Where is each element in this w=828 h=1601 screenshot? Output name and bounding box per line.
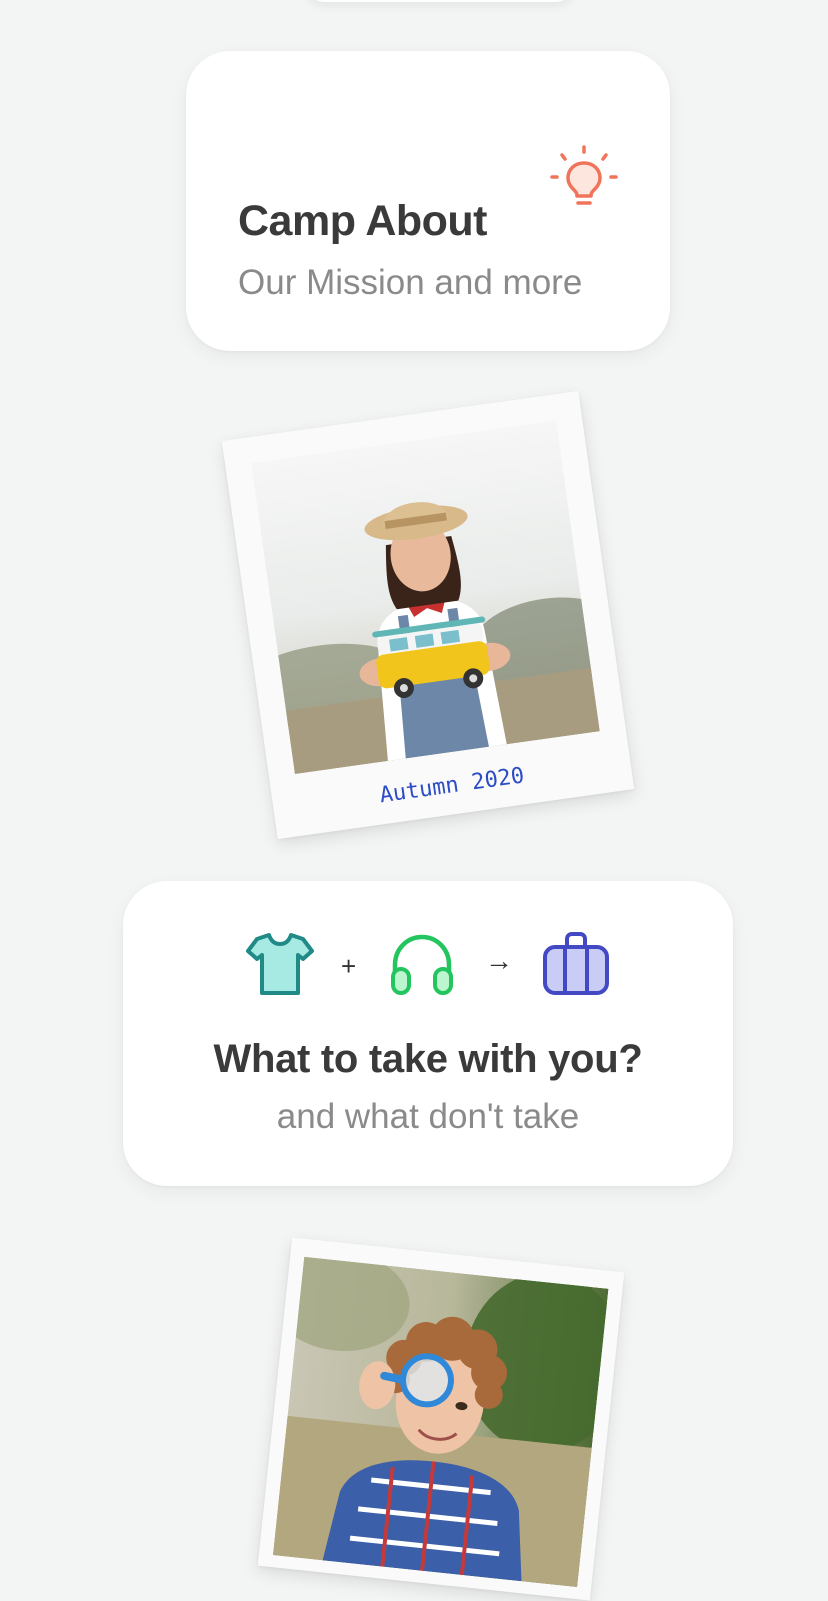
previous-card[interactable] [300,0,580,2]
what-to-take-subtitle: and what don't take [276,1097,580,1136]
camp-about-subtitle: Our Mission and more [238,263,583,302]
lightbulb-icon [550,145,618,205]
child-with-magnifying-glass-photo [272,1256,609,1588]
plus-operator: + [341,951,357,981]
child-holding-toy-van-photo [251,420,600,775]
headphones-icon [391,934,453,995]
camp-about-title: Camp About [238,197,488,245]
what-to-take-card[interactable]: + → What to take with you? and what don'… [123,881,733,1186]
camp-about-card[interactable]: Camp About Our Mission and more [186,51,670,351]
packing-icons: + → [123,929,733,1001]
tshirt-icon [246,933,314,995]
photo-card-magnifier[interactable] [257,1237,625,1601]
what-to-take-title: What to take with you? [213,1037,643,1081]
arrow-operator: → [485,945,513,976]
suitcase-icon [543,932,609,995]
photo-card-autumn[interactable]: Autumn 2020 [221,390,635,840]
